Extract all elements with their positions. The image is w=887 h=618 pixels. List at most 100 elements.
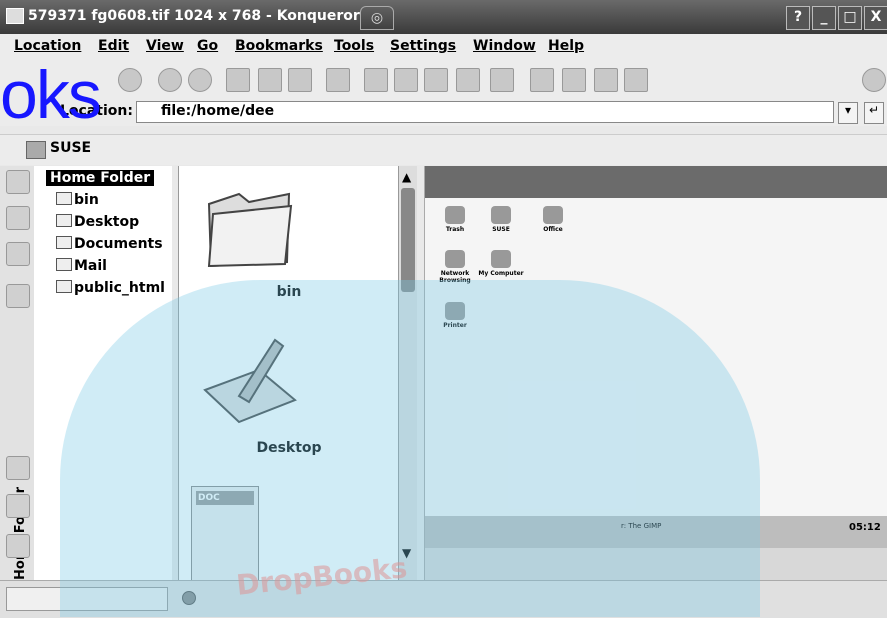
sticky-icon[interactable]: ◎	[360, 6, 394, 30]
eraser-icon[interactable]	[490, 68, 514, 92]
tree-item-desktop[interactable]: Desktop	[56, 214, 139, 230]
desktop-folder-icon[interactable]	[199, 330, 299, 426]
menu-location[interactable]: Location	[14, 38, 81, 54]
icon-view-icon[interactable]	[530, 68, 554, 92]
taskbar-window-label: r: The GIMP	[621, 522, 662, 530]
desktop-office: Office	[523, 206, 583, 233]
close-button[interactable]: X	[864, 6, 887, 30]
preview-taskbar: r: The GIMP 05:12	[425, 516, 887, 548]
tree-item-documents[interactable]: Documents	[56, 236, 163, 252]
config-icon[interactable]	[6, 170, 30, 194]
tree-item-label: Desktop	[74, 214, 140, 230]
tree-root-label: Home Folder	[50, 170, 151, 186]
go-button[interactable]: ↵	[864, 102, 884, 124]
desktop-icon-label: Trash	[445, 226, 465, 233]
preview-header	[425, 166, 887, 198]
link-indicator-icon[interactable]	[182, 591, 196, 605]
computer-icon	[491, 250, 511, 268]
menu-bar: Location Edit View Go Bookmarks Tools Se…	[0, 34, 887, 60]
menu-help[interactable]: Help	[548, 38, 584, 54]
desktop-icon-label: Printer	[443, 322, 467, 329]
minimize-button[interactable]: _	[812, 6, 836, 30]
folder-icon	[56, 192, 72, 205]
tree-item-mail[interactable]: Mail	[56, 258, 107, 274]
desktop-computer: My Computer	[471, 250, 531, 277]
rotate-icon[interactable]	[456, 68, 480, 92]
network-icon	[445, 250, 465, 268]
icon-view: bin Desktop DOC	[178, 166, 399, 586]
menu-settings[interactable]: Settings	[390, 38, 456, 54]
sidebar-tabs: Home Folder	[0, 166, 35, 586]
suse-icon	[491, 206, 511, 224]
title-bar: 579371 fg0608.tif 1024 x 768 - Konqueror…	[0, 0, 887, 34]
maximize-button[interactable]: □	[838, 6, 862, 30]
folder-icon	[56, 258, 72, 271]
menu-window[interactable]: Window	[473, 38, 536, 54]
location-dropdown-icon[interactable]: ▾	[838, 102, 858, 124]
tree-view-icon[interactable]	[562, 68, 586, 92]
menu-view[interactable]: View	[146, 38, 184, 54]
copy-icon[interactable]	[258, 68, 282, 92]
scrollbar[interactable]: ▲ ▼	[398, 166, 417, 580]
desktop-suse: SUSE	[471, 206, 531, 233]
toolbar	[0, 60, 887, 98]
desktop-icon-label: Network Browsing	[439, 270, 471, 284]
preview-desktop: Trash SUSE Office Network Browsing My Co…	[425, 198, 887, 548]
scroll-thumb[interactable]	[401, 188, 415, 292]
trash-icon	[445, 206, 465, 224]
tree-item-label: bin	[74, 192, 99, 208]
menu-edit[interactable]: Edit	[98, 38, 129, 54]
stop-icon[interactable]	[188, 68, 212, 92]
taskbar-clock: 05:12	[849, 522, 881, 533]
detail-view-icon[interactable]	[624, 68, 648, 92]
watermark-text: oks	[0, 57, 102, 133]
folder-icon[interactable]	[6, 534, 30, 558]
tree-item-bin[interactable]: bin	[56, 192, 99, 208]
window-title: 579371 fg0608.tif 1024 x 768 - Konqueror	[28, 8, 360, 24]
desktop-icon	[56, 214, 72, 227]
forward-icon[interactable]	[394, 68, 418, 92]
desktop-icon-label: Office	[543, 226, 563, 233]
home-icon[interactable]	[118, 68, 142, 92]
tree-item-label: public_html	[74, 280, 165, 296]
icon-label-desktop[interactable]: Desktop	[209, 440, 369, 456]
status-text	[6, 587, 168, 611]
desktop-printer: Printer	[425, 302, 485, 329]
cut-icon[interactable]	[226, 68, 250, 92]
doc-badge: DOC	[196, 491, 254, 505]
location-value: file:/home/dee	[161, 103, 275, 119]
bookmark-folder-icon	[26, 141, 46, 159]
tree-root[interactable]: Home Folder	[46, 170, 155, 186]
folder-tree: Home Folder bin Desktop Documents Mail p…	[34, 166, 172, 586]
menu-go[interactable]: Go	[197, 38, 218, 54]
gear-icon[interactable]	[862, 68, 886, 92]
scroll-up-icon[interactable]: ▲	[402, 170, 411, 184]
menu-bookmarks[interactable]: Bookmarks	[235, 38, 323, 54]
folder-bin-icon[interactable]	[199, 174, 299, 270]
network-icon[interactable]	[6, 242, 30, 266]
location-input[interactable]: file:/home/dee	[136, 101, 834, 123]
zoom-icon[interactable]	[424, 68, 448, 92]
desktop-icon-label: My Computer	[478, 270, 524, 277]
office-icon	[543, 206, 563, 224]
bookmark-icon[interactable]	[6, 206, 30, 230]
help-button[interactable]: ?	[786, 6, 810, 30]
printer-icon	[445, 302, 465, 320]
icon-label-bin[interactable]: bin	[209, 284, 369, 300]
print-icon[interactable]	[326, 68, 350, 92]
preview-icon[interactable]	[594, 68, 618, 92]
paste-icon[interactable]	[288, 68, 312, 92]
bookmark-suse[interactable]: SUSE	[50, 140, 91, 156]
tree-item-public-html[interactable]: public_html	[56, 280, 165, 296]
folder-icon	[56, 280, 72, 293]
tree-item-label: Mail	[74, 258, 107, 274]
location-bar: Location: file:/home/dee ▾ ↵	[0, 98, 887, 126]
menu-tools[interactable]: Tools	[334, 38, 374, 54]
reload-icon[interactable]	[158, 68, 182, 92]
status-bar	[0, 580, 887, 618]
app-icon	[6, 8, 24, 24]
devices-icon[interactable]	[6, 494, 30, 518]
back-icon[interactable]	[364, 68, 388, 92]
services-icon[interactable]	[6, 456, 30, 480]
history-icon[interactable]	[6, 284, 30, 308]
